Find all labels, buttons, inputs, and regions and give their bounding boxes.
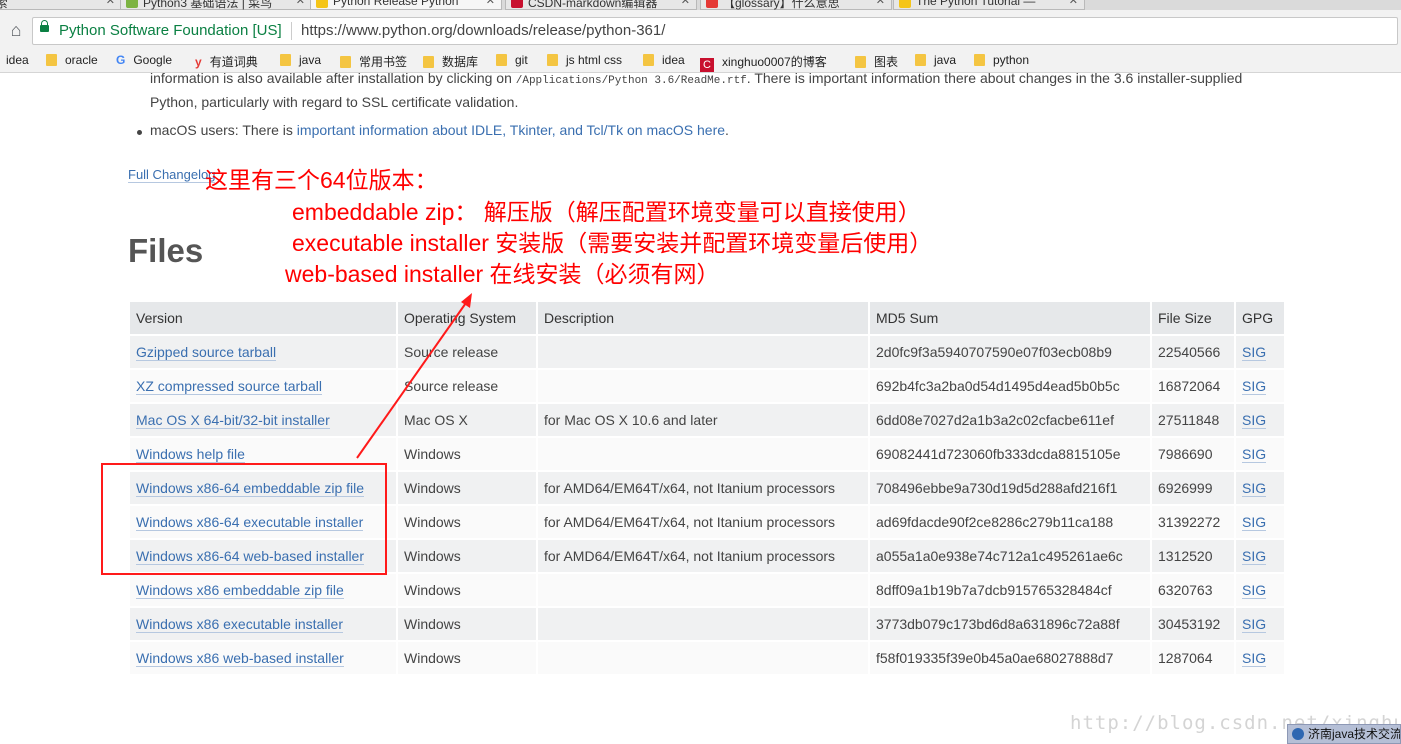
folder-icon — [46, 54, 57, 66]
bookmark-java-2[interactable]: java — [915, 53, 956, 67]
folder-icon — [340, 56, 351, 68]
chat-widget[interactable]: 济南java技术交流 — [1287, 724, 1401, 744]
page-content: information is also available after inst… — [0, 72, 1401, 744]
bookmark-youdao[interactable]: y 有道词典 — [195, 53, 258, 70]
tab-strip: _百度搜索 ✕ Python3 基础语法 | 菜鸟 ✕ Python Release… — [0, 0, 1401, 10]
csdn-icon: C — [700, 58, 714, 72]
chat-widget-label: 济南java技术交流 — [1308, 727, 1401, 741]
close-icon[interactable]: ✕ — [486, 0, 495, 7]
chat-icon — [1292, 728, 1304, 740]
tab-baidu[interactable]: _百度搜索 ✕ — [0, 0, 122, 10]
tab-title: _百度搜索 — [0, 0, 8, 10]
close-icon[interactable]: ✕ — [106, 0, 115, 7]
youdao-favicon-icon — [706, 0, 718, 8]
bookmark-label: 数据库 — [442, 55, 479, 69]
csdn-favicon-icon — [511, 0, 523, 8]
tab-title: Python Release Python — [333, 0, 459, 8]
folder-icon — [280, 54, 291, 66]
close-icon[interactable]: ✕ — [681, 0, 690, 7]
bookmark-label: git — [515, 53, 528, 67]
tab-glossary[interactable]: 【glossary】什么意思 ✕ — [700, 0, 892, 10]
navigation-bar: ⌂ Python Software Foundation [US] https:… — [0, 10, 1401, 50]
bookmark-python[interactable]: python — [974, 53, 1029, 67]
bookmark-oracle[interactable]: oracle — [46, 53, 98, 67]
runoob-favicon-icon — [126, 0, 138, 8]
bookmark-label: js html css — [566, 53, 623, 67]
url-text[interactable]: https://www.python.org/downloads/release… — [301, 22, 665, 39]
divider — [291, 22, 292, 40]
tab-title: 【glossary】什么意思 — [723, 0, 840, 10]
bookmark-git[interactable]: git — [496, 53, 528, 67]
bookmark-js-html-css[interactable]: js html css — [547, 53, 622, 67]
bookmark-label: java — [299, 53, 322, 67]
annotation-arrow — [356, 293, 472, 459]
bookmark-csdn-blog[interactable]: Cxinghuo0007的博客 — [700, 53, 827, 72]
youdao-icon: y — [195, 55, 202, 69]
site-identity[interactable]: Python Software Foundation [US] — [59, 22, 282, 39]
home-icon[interactable]: ⌂ — [3, 17, 29, 43]
tab-python-release[interactable]: Python Release Python ✕ — [310, 0, 502, 10]
bookmark-google[interactable]: G Google — [116, 53, 172, 67]
bookmark-label: idea — [6, 53, 29, 67]
bookmark-common[interactable]: 常用书签 — [340, 53, 407, 70]
google-icon: G — [116, 53, 126, 67]
tab-runoob[interactable]: Python3 基础语法 | 菜鸟 ✕ — [120, 0, 312, 10]
bookmark-label: python — [993, 53, 1030, 67]
lock-icon — [40, 20, 49, 32]
bookmark-idea-folder[interactable]: idea — [643, 53, 685, 67]
folder-icon — [496, 54, 507, 66]
bookmark-label: idea — [662, 53, 685, 67]
tab-title: The Python Tutorial — — [916, 0, 1036, 8]
folder-icon — [974, 54, 985, 66]
close-icon[interactable]: ✕ — [296, 0, 305, 7]
bookmark-label: 有道词典 — [209, 55, 258, 69]
tab-title: Python3 基础语法 | 菜鸟 — [143, 0, 273, 10]
folder-icon — [547, 54, 558, 66]
close-icon[interactable]: ✕ — [876, 0, 885, 7]
folder-icon — [423, 56, 434, 68]
bookmark-database[interactable]: 数据库 — [423, 53, 478, 70]
bookmark-label: oracle — [65, 53, 98, 67]
tab-python-tutorial[interactable]: The Python Tutorial — ✕ — [893, 0, 1085, 10]
python-favicon-icon — [316, 0, 328, 8]
tab-csdn-markdown[interactable]: CSDN-markdown编辑器 ✕ — [505, 0, 697, 10]
tab-title: CSDN-markdown编辑器 — [528, 0, 658, 10]
python-favicon-icon — [899, 0, 911, 8]
bookmark-idea[interactable]: idea — [6, 53, 29, 67]
folder-icon — [643, 54, 654, 66]
bookmark-label: 常用书签 — [359, 55, 408, 69]
close-icon[interactable]: ✕ — [1069, 0, 1078, 7]
bookmark-label: Google — [133, 53, 173, 67]
bookmark-label: xinghuo0007的博客 — [722, 55, 827, 69]
bookmark-charts[interactable]: 图表 — [855, 53, 898, 70]
address-bar[interactable]: Python Software Foundation [US] https://… — [32, 17, 1398, 45]
bookmark-java[interactable]: java — [280, 53, 321, 67]
bookmarks-bar: idea oracle G Google y 有道词典 java 常用书签 数据库 … — [0, 50, 1401, 73]
folder-icon — [915, 54, 926, 66]
folder-icon — [855, 56, 866, 68]
bookmark-label: 图表 — [874, 55, 899, 69]
bookmark-label: java — [934, 53, 957, 67]
